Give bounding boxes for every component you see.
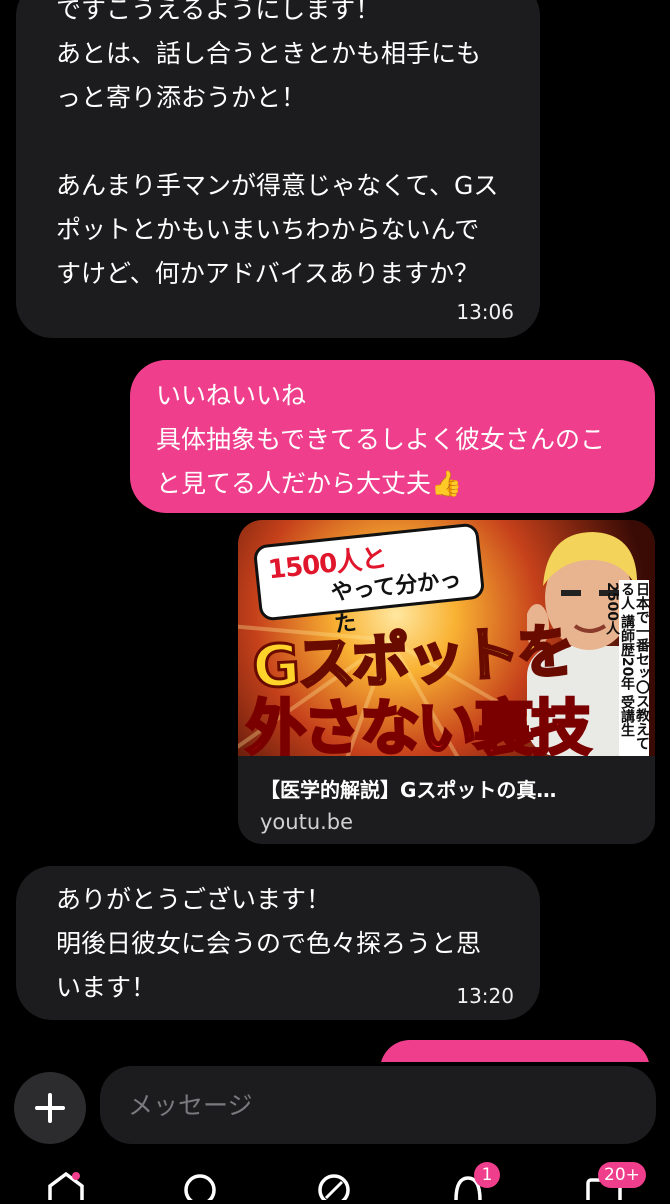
search-icon	[184, 1174, 216, 1204]
messages-badge: 20+	[598, 1162, 646, 1188]
message-text: ですこうえるようにします！ あとは、話し合うときとかも相手にもっと寄り添おうかと…	[56, 0, 499, 288]
message-time: 13:06	[456, 300, 514, 324]
message-composer: メッセージ	[0, 1062, 670, 1152]
message-input-placeholder: メッセージ	[128, 1091, 253, 1120]
outgoing-message[interactable]: いいねいいね 具体抽象もできてるしよく彼女さんのこと見てる人だから大丈夫👍	[130, 360, 655, 513]
tab-notifications[interactable]: 1	[450, 1162, 500, 1204]
home-unread-dot	[72, 1172, 80, 1180]
tab-explore[interactable]	[316, 1170, 352, 1204]
message-input[interactable]: メッセージ	[100, 1066, 656, 1144]
tab-home[interactable]	[46, 1170, 86, 1204]
notification-badge: 1	[474, 1162, 500, 1188]
incoming-message[interactable]: ありがとうございます！ 明後日彼女に会うので色々探ろうと思います！ 13:20	[16, 866, 540, 1020]
attach-button[interactable]	[14, 1072, 86, 1144]
home-icon	[48, 1171, 84, 1200]
thumbnail-headline-2: 外さない裏技	[245, 693, 593, 757]
message-time: 13:20	[456, 984, 514, 1008]
plus-icon	[35, 1093, 65, 1123]
compass-icon	[318, 1174, 350, 1204]
thumbnail-side-text: 日本で一番セッ〇ス教えてる人 講師歴20年 受講生2500人	[604, 580, 650, 756]
message-text: いいねいいね 具体抽象もできてるしよく彼女さんのこと見てる人だから大丈夫👍	[156, 381, 606, 498]
message-text: ありがとうございます！ 明後日彼女に会うので色々探ろうと思います！	[56, 885, 482, 1002]
tab-messages[interactable]: 20+	[584, 1162, 646, 1204]
link-preview-card[interactable]: 1500人と やって分かった Gスポットを 外さない裏技 日本で一番セッ〇ス教え…	[238, 520, 655, 844]
tab-search[interactable]	[182, 1170, 218, 1204]
incoming-message[interactable]: ですこうえるようにします！ あとは、話し合うときとかも相手にもっと寄り添おうかと…	[16, 0, 540, 338]
tab-bar: 1 20+	[0, 1160, 670, 1204]
video-thumbnail[interactable]: 1500人と やって分かった Gスポットを 外さない裏技 日本で一番セッ〇ス教え…	[238, 520, 655, 756]
thumbnail-badge: 1500人と やって分かった	[252, 522, 486, 638]
link-title: 【医学的解説】Gスポットの真…	[260, 778, 557, 802]
link-domain: youtu.be	[260, 810, 354, 834]
